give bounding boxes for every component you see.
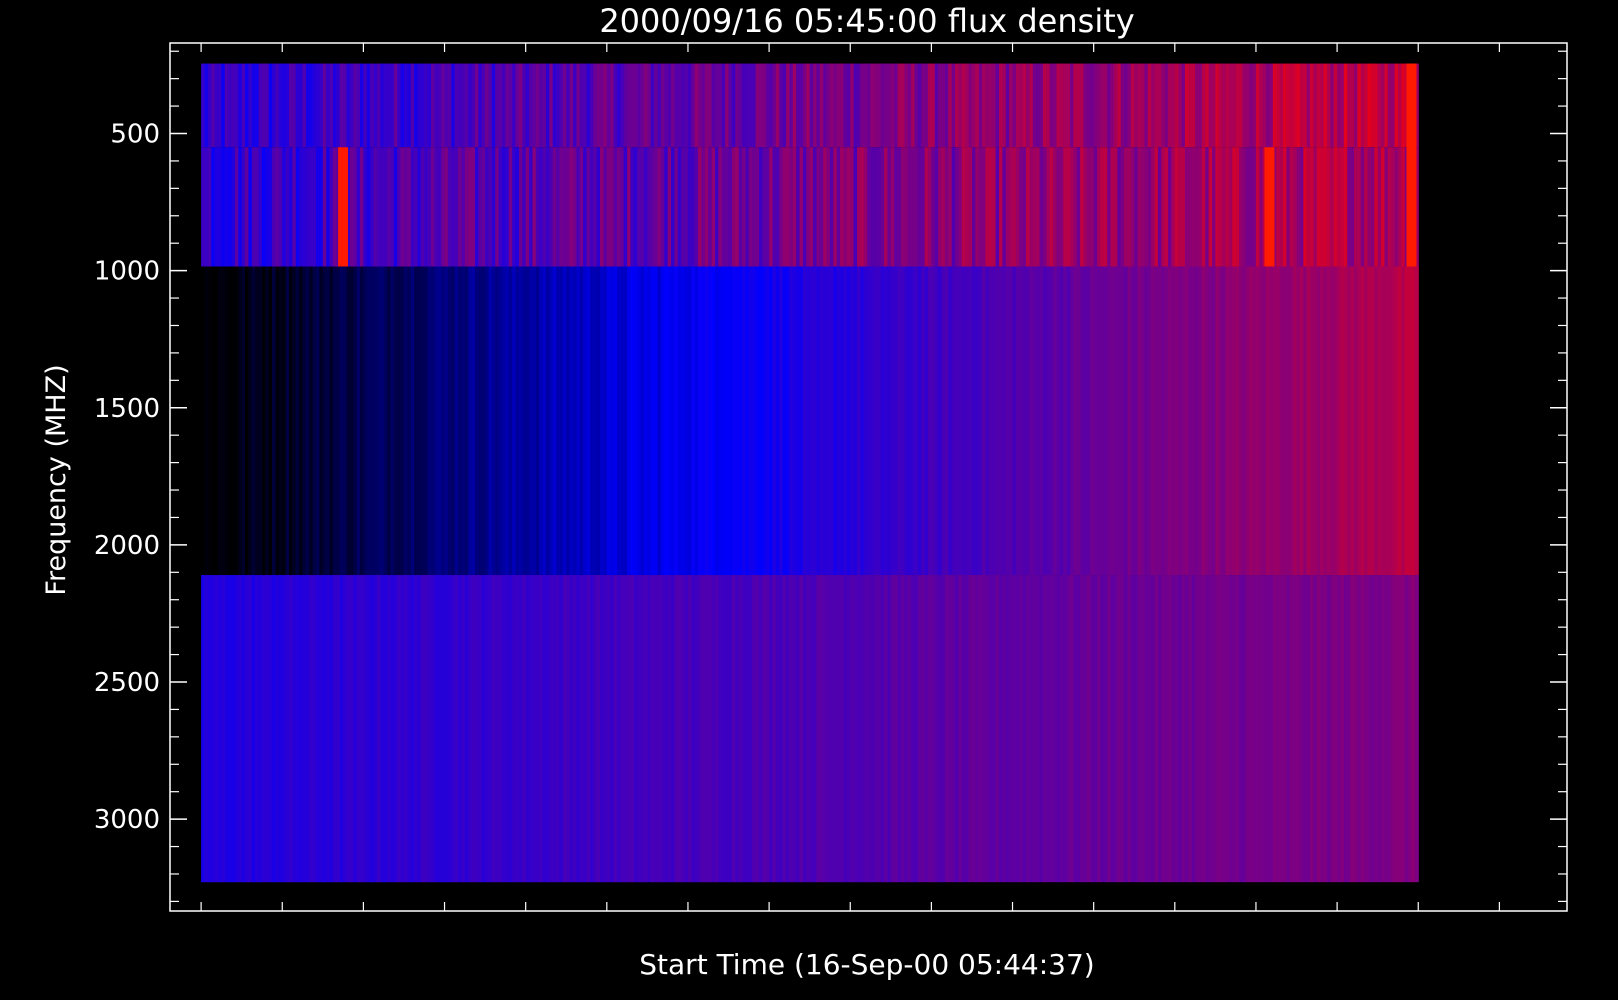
burst-0 <box>338 147 349 267</box>
burst-2 <box>1406 63 1417 267</box>
y-tick-label: 1000 <box>94 257 160 287</box>
heatmap-band-3 <box>201 575 1419 883</box>
spectrogram-chart: 2000/09/16 05:45:00 flux density 05:4805… <box>0 0 1618 1000</box>
heatmap-band-1 <box>201 147 1419 267</box>
y-tick-label: 2000 <box>94 531 160 561</box>
chart-title: 2000/09/16 05:45:00 flux density <box>599 2 1134 40</box>
y-tick-label: 2500 <box>94 668 160 698</box>
heatmap-image <box>201 63 1419 883</box>
burst-1 <box>1264 147 1275 267</box>
x-axis-label: Start Time (16-Sep-00 05:44:37) <box>639 948 1094 981</box>
y-tick-label: 500 <box>110 120 160 150</box>
y-tick-label: 3000 <box>94 805 160 835</box>
heatmap-band-2 <box>201 266 1419 576</box>
y-axis-label: Frequency (MHZ) <box>41 364 72 595</box>
y-tick-label: 1500 <box>94 394 160 424</box>
heatmap-band-0 <box>201 63 1419 148</box>
